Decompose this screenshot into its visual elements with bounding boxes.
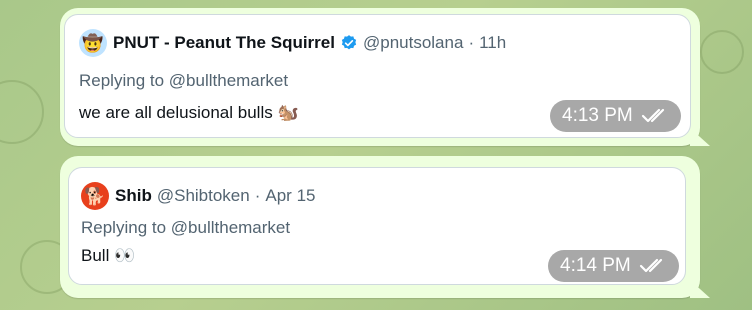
avatar[interactable]: 🐕 bbox=[81, 182, 109, 210]
tweet-text: we are all delusional bulls 🐿️ bbox=[79, 103, 299, 123]
bubble-tail bbox=[690, 128, 710, 146]
bubble-tail bbox=[690, 280, 710, 298]
message-time-pill: 4:14 PM bbox=[548, 250, 679, 282]
double-check-icon bbox=[639, 258, 662, 273]
verified-badge-icon bbox=[341, 35, 357, 50]
separator: · bbox=[468, 33, 475, 52]
squirrel-avatar-icon: 🤠 bbox=[82, 33, 104, 53]
tweet-header: 🤠 PNUT - Peanut The Squirrel @pnutsolana… bbox=[79, 29, 506, 57]
tweet-text-content: Bull bbox=[81, 246, 110, 265]
reply-prefix: Replying to bbox=[79, 71, 165, 90]
replying-to: Replying to @bullthemarket bbox=[79, 71, 288, 91]
eyes-emoji-icon: 👀 bbox=[114, 246, 136, 265]
background-doodle bbox=[0, 80, 44, 144]
tweet-time: Apr 15 bbox=[265, 186, 316, 205]
message-time-pill: 4:13 PM bbox=[550, 100, 681, 132]
shiba-avatar-icon: 🐕 bbox=[84, 186, 106, 206]
author-name[interactable]: PNUT - Peanut The Squirrel bbox=[113, 33, 335, 53]
replying-to: Replying to @bullthemarket bbox=[81, 218, 290, 238]
author-name[interactable]: Shib bbox=[115, 186, 152, 206]
message-bubble-1[interactable]: 🤠 PNUT - Peanut The Squirrel @pnutsolana… bbox=[60, 8, 710, 146]
message-time: 4:14 PM bbox=[560, 255, 631, 276]
squirrel-emoji-icon: 🐿️ bbox=[277, 103, 299, 122]
double-check-icon bbox=[641, 108, 664, 123]
reply-prefix: Replying to bbox=[81, 218, 167, 237]
reply-handle[interactable]: @bullthemarket bbox=[169, 71, 288, 90]
message-bubble-2[interactable]: 🐕 Shib @Shibtoken · Apr 15 Replying to @… bbox=[60, 156, 710, 298]
separator: · bbox=[254, 186, 261, 205]
tweet-text: Bull 👀 bbox=[81, 246, 135, 266]
reply-handle[interactable]: @bullthemarket bbox=[171, 218, 290, 237]
message-time: 4:13 PM bbox=[562, 105, 633, 126]
author-handle[interactable]: @pnutsolana bbox=[363, 33, 463, 53]
tweet-text-content: we are all delusional bulls bbox=[79, 103, 273, 122]
background-doodle bbox=[700, 30, 744, 74]
tweet-header: 🐕 Shib @Shibtoken · Apr 15 bbox=[81, 182, 315, 210]
tweet-time: 11h bbox=[479, 33, 507, 52]
avatar[interactable]: 🤠 bbox=[79, 29, 107, 57]
author-handle[interactable]: @Shibtoken bbox=[157, 186, 250, 206]
